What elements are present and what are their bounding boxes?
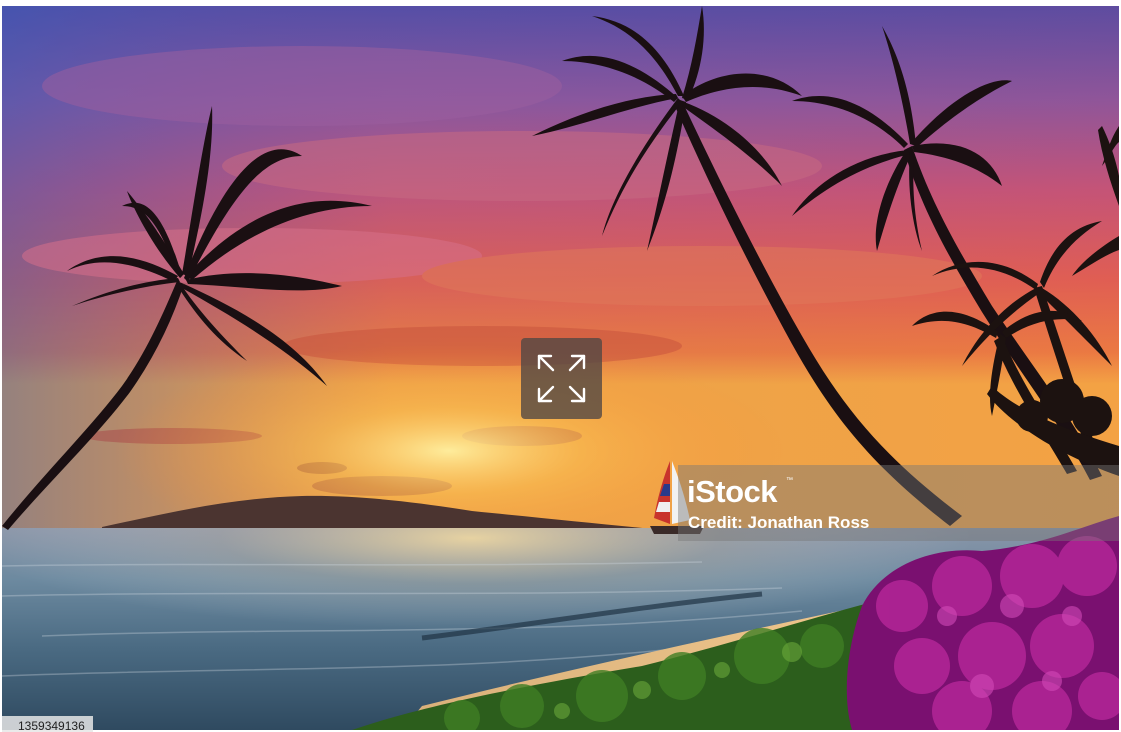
trademark-symbol: ™ xyxy=(786,477,793,484)
istock-logo: iStock xyxy=(687,474,778,509)
photo-frame[interactable]: iStock ™ Credit: Jonathan Ross xyxy=(2,6,1119,730)
expand-arrows-icon xyxy=(537,354,586,403)
expand-fullscreen-button[interactable] xyxy=(521,338,602,419)
istock-watermark: iStock ™ Credit: Jonathan Ross xyxy=(678,465,1119,541)
image-id-label: 1359349136 xyxy=(2,716,93,732)
photo-credit: Credit: Jonathan Ross xyxy=(688,513,870,532)
